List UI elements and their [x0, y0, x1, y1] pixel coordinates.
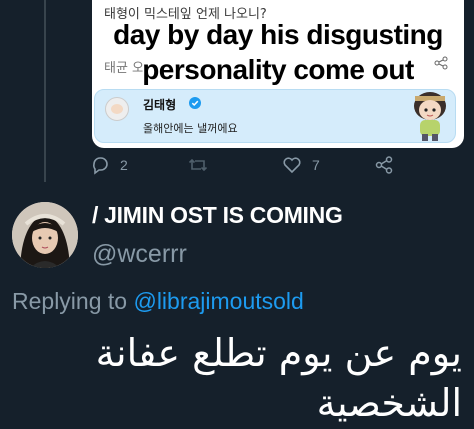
- bubble-avatar: [105, 97, 129, 121]
- heart-icon: [283, 157, 301, 174]
- reply-icon: [93, 157, 108, 175]
- share-action[interactable]: [374, 155, 394, 175]
- replying-to: Replying to @librajimoutsold: [12, 288, 304, 315]
- display-name[interactable]: / JIMIN OST IS COMING: [92, 202, 343, 229]
- reply-bubble: 김태형 올해안에는 낼꺼에요: [94, 89, 456, 143]
- tweet-text: يوم عن يوم تطلع عفانة الشخصية: [95, 331, 462, 425]
- verified-badge-icon: [189, 97, 201, 109]
- retweet-action[interactable]: [188, 155, 218, 175]
- quoted-screenshot[interactable]: 태형이 믹스테잎 언제 나오니? 태균 오 day by day his dis…: [92, 0, 464, 148]
- profile-photo-icon: [12, 202, 78, 268]
- caption-line-1: day by day his disgusting: [113, 19, 443, 50]
- reply-count: 2: [120, 157, 128, 173]
- caption-line-2: personality come out: [142, 54, 414, 85]
- retweet-icon: [188, 158, 208, 172]
- like-count: 7: [312, 157, 320, 173]
- avatar[interactable]: [12, 202, 78, 268]
- replying-prefix: Replying to: [12, 288, 134, 314]
- like-action[interactable]: 7: [282, 155, 320, 175]
- thread-line: [44, 0, 46, 182]
- chibi-sticker-icon: [414, 92, 446, 141]
- share-icon: [375, 156, 393, 174]
- tweet-actions: 2 7: [90, 150, 470, 186]
- bubble-text: 올해안에는 낼꺼에요: [143, 122, 238, 135]
- user-handle[interactable]: @wcerrr: [92, 240, 187, 269]
- mention-link[interactable]: @librajimoutsold: [133, 288, 303, 314]
- reply-action[interactable]: 2: [90, 155, 128, 175]
- bubble-name: 김태형: [143, 98, 177, 112]
- share-icon: [434, 56, 448, 70]
